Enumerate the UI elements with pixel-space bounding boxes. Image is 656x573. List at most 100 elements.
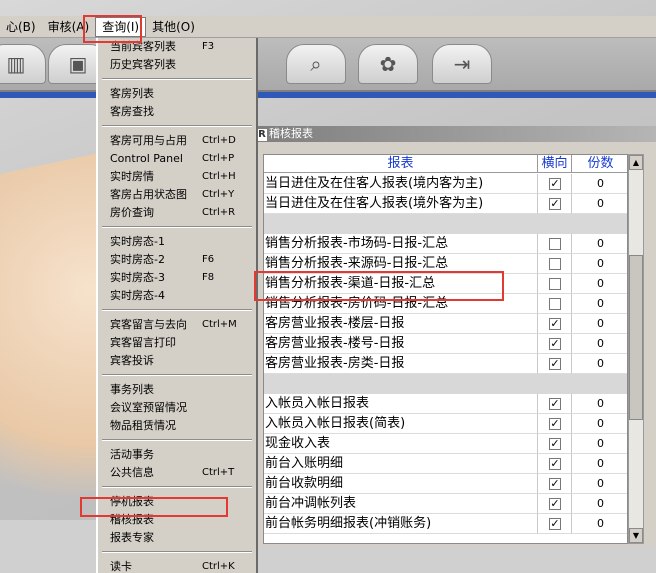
search-icon[interactable]: ⌕ [286,44,346,84]
copies-value[interactable]: 0 [572,514,627,534]
menu-item[interactable]: 事务列表 [98,381,256,399]
landscape-checkbox[interactable]: ✓ [549,198,561,210]
menu-item[interactable]: 宾客投诉 [98,352,256,370]
copies-value[interactable]: 0 [572,194,627,214]
copies-value[interactable]: 0 [572,454,627,474]
menu-item[interactable]: 实时房情 Ctrl+H [98,168,256,186]
landscape-cell: ✓ [538,414,572,434]
scroll-down-icon[interactable]: ▼ [629,528,643,543]
landscape-checkbox[interactable] [549,298,561,310]
menu-other[interactable]: 其他(O) [146,17,201,37]
landscape-checkbox[interactable]: ✓ [549,458,561,470]
menu-item[interactable]: Control Panel Ctrl+P [98,150,256,168]
menu-separator [102,78,252,80]
column-header-report[interactable]: 报表 [264,155,538,173]
copies-value[interactable]: 0 [572,234,627,254]
landscape-checkbox[interactable]: ✓ [549,318,561,330]
menu-item[interactable]: 物品租赁情况 [98,417,256,435]
table-row[interactable]: 前台冲调帐列表 ✓ 0 [264,494,627,514]
flower-icon[interactable]: ✿ [358,44,418,84]
menu-item[interactable]: 宾客留言与去向 Ctrl+M [98,316,256,334]
table-row[interactable]: 客房营业报表-楼号-日报 ✓ 0 [264,334,627,354]
menu-item[interactable]: 宾客留言打印 [98,334,256,352]
menu-item[interactable]: 实时房态-3 F8 [98,269,256,287]
table-row[interactable]: 客房营业报表-房类-日报 ✓ 0 [264,354,627,374]
table-row[interactable]: 入帐员入帐日报表 ✓ 0 [264,394,627,414]
table-row[interactable]: 现金收入表 ✓ 0 [264,434,627,454]
menu-item[interactable]: 公共信息 Ctrl+T [98,464,256,482]
menu-separator [102,125,252,127]
report-name: 客房营业报表-楼号-日报 [264,334,538,354]
landscape-checkbox[interactable] [549,258,561,270]
landscape-checkbox[interactable]: ✓ [549,478,561,490]
table-row[interactable]: 前台帐务明细报表(冲销账务) ✓ 0 [264,514,627,534]
table-row[interactable]: 当日进住及在住客人报表(境外客为主) ✓ 0 [264,194,627,214]
landscape-checkbox[interactable]: ✓ [549,418,561,430]
table-row[interactable]: 入帐员入帐日报表(简表) ✓ 0 [264,414,627,434]
landscape-checkbox[interactable]: ✓ [549,498,561,510]
menu-item-shortcut: Ctrl+P [202,153,235,164]
menu-item[interactable]: 报表专家 [98,529,256,547]
menu-item-shortcut: Ctrl+D [202,135,236,146]
vertical-scrollbar[interactable]: ▲ ▼ [628,154,644,544]
landscape-checkbox[interactable]: ✓ [549,438,561,450]
landscape-cell: ✓ [538,454,572,474]
menu-item-shortcut: Ctrl+R [202,207,236,218]
highlight-audit-report-item [80,497,228,517]
menu-item[interactable]: 实时房态-4 [98,287,256,305]
copies-value[interactable]: 0 [572,174,627,194]
menu-item[interactable]: 客房可用与占用 Ctrl+D [98,132,256,150]
copies-value[interactable]: 0 [572,434,627,454]
menu-item[interactable]: 客房列表 [98,85,256,103]
menu-item[interactable]: 客房查找 [98,103,256,121]
landscape-checkbox[interactable]: ✓ [549,338,561,350]
menu-item[interactable]: 房价查询 Ctrl+R [98,204,256,222]
menu-item-label: 实时房情 [110,170,154,183]
landscape-checkbox[interactable] [549,278,561,290]
menu-item[interactable]: 实时房态-2 F6 [98,251,256,269]
landscape-checkbox[interactable]: ✓ [549,518,561,530]
scroll-up-icon[interactable]: ▲ [629,155,643,170]
copies-value[interactable]: 0 [572,314,627,334]
landscape-checkbox[interactable]: ✓ [549,358,561,370]
scroll-thumb[interactable] [629,255,643,420]
landscape-checkbox[interactable]: ✓ [549,178,561,190]
menu-center[interactable]: 心(B) [0,17,42,37]
landscape-checkbox[interactable] [549,238,561,250]
menu-item-shortcut: Ctrl+H [202,171,236,182]
table-row[interactable]: 当日进住及在住客人报表(境内客为主) ✓ 0 [264,174,627,194]
column-header-landscape[interactable]: 横向 [538,155,572,173]
landscape-checkbox[interactable]: ✓ [549,398,561,410]
report-name: 前台帐务明细报表(冲销账务) [264,514,538,534]
copies-value[interactable]: 0 [572,294,627,314]
menu-item-label: 物品租赁情况 [110,419,176,432]
table-row[interactable]: 销售分析报表-市场码-日报-汇总 0 [264,234,627,254]
menu-item-label: 实时房态-3 [110,271,165,284]
column-header-copies[interactable]: 份数 [572,155,627,173]
report-name: 前台入账明细 [264,454,538,474]
copies-value[interactable]: 0 [572,474,627,494]
menu-item[interactable]: 实时房态-1 [98,233,256,251]
menu-item[interactable]: 读卡 Ctrl+K [98,558,256,573]
copies-value[interactable]: 0 [572,354,627,374]
menu-item-label: 公共信息 [110,466,154,479]
panel-title: 稽核报表 [269,127,313,140]
exit-icon[interactable]: ⇥ [432,44,492,84]
menu-item[interactable]: 客房占用状态图 Ctrl+Y [98,186,256,204]
menu-separator [102,439,252,441]
copies-value[interactable]: 0 [572,414,627,434]
copies-value[interactable]: 0 [572,274,627,294]
copies-value[interactable]: 0 [572,334,627,354]
menu-item-label: 客房占用状态图 [110,188,187,201]
copies-value[interactable]: 0 [572,254,627,274]
menu-item[interactable]: 活动事务 [98,446,256,464]
table-row[interactable]: 前台收款明细 ✓ 0 [264,474,627,494]
menu-item[interactable]: 会议室预留情况 [98,399,256,417]
copies-value[interactable]: 0 [572,394,627,414]
copies-value[interactable]: 0 [572,494,627,514]
menu-item[interactable]: 历史宾客列表 [98,56,256,74]
table-row[interactable]: 前台入账明细 ✓ 0 [264,454,627,474]
chart-icon[interactable]: ▥ [0,44,46,84]
table-row[interactable]: 客房营业报表-楼层-日报 ✓ 0 [264,314,627,334]
menu-item-shortcut: F8 [202,272,215,283]
